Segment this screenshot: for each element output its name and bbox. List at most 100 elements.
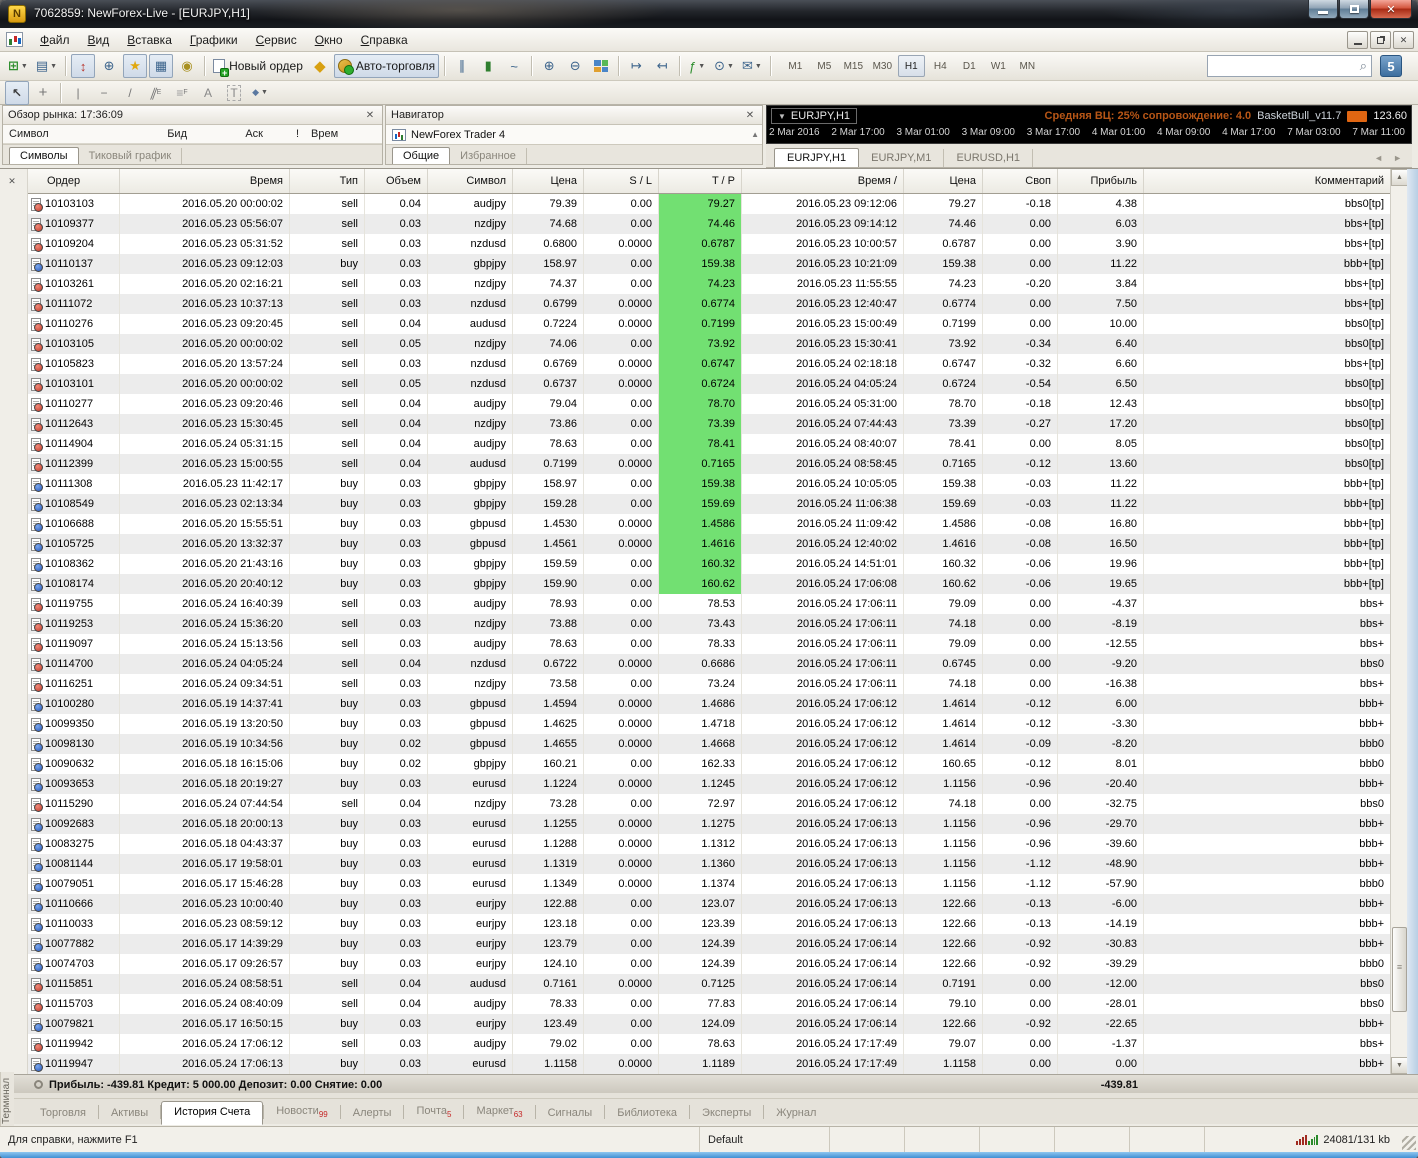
column-header[interactable]: Цена	[513, 169, 584, 193]
column-header[interactable]: Ордер	[28, 169, 120, 193]
periods-button[interactable]: ⊙▼	[711, 54, 737, 78]
candlestick-chart-button[interactable]: ▮	[476, 54, 500, 78]
tab-общие[interactable]: Общие	[392, 147, 450, 164]
channel-tool[interactable]: ∥E	[144, 81, 168, 105]
minimize-button[interactable]	[1308, 0, 1338, 19]
table-row[interactable]: 101032612016.05.20 02:16:21sell0.03nzdjp…	[28, 274, 1390, 294]
menu-item[interactable]: Окно	[306, 30, 352, 50]
tab-тиковый-график[interactable]: Тиковый график	[79, 148, 183, 164]
close-button[interactable]: ✕	[1370, 0, 1412, 19]
vertical-line-tool[interactable]: |	[66, 81, 90, 105]
timeframe-button[interactable]: H1	[898, 55, 925, 77]
table-row[interactable]: 101031032016.05.20 00:00:02sell0.04audjp…	[28, 194, 1390, 214]
chart-symbol-box[interactable]: ▼ EURJPY,H1	[771, 108, 857, 124]
market-watch-toggle[interactable]: ↕	[71, 54, 95, 78]
terminal-tab-5[interactable]: Алерты	[341, 1103, 404, 1124]
scroll-up-icon[interactable]: ▲	[751, 130, 759, 139]
menu-item[interactable]: Вставка	[118, 30, 181, 50]
text-label-tool[interactable]: T	[222, 81, 246, 105]
navigator-account-item[interactable]: NewForex Trader 4 ▲	[386, 125, 762, 144]
table-row[interactable]: 101083622016.05.20 21:43:16buy0.03gbpjpy…	[28, 554, 1390, 574]
indicators-button[interactable]: ƒ▼	[685, 54, 709, 78]
table-row[interactable]: 101199422016.05.24 17:06:12sell0.03audjp…	[28, 1034, 1390, 1054]
new-order-button[interactable]: + Новый ордер	[210, 54, 306, 78]
menu-item[interactable]: Файл	[31, 30, 79, 50]
table-row[interactable]: 101058232016.05.20 13:57:24sell0.03nzdus…	[28, 354, 1390, 374]
terminal-tab-10[interactable]: Эксперты	[690, 1103, 763, 1124]
column-header[interactable]: Время	[120, 169, 290, 193]
table-row[interactable]: 101057252016.05.20 13:32:37buy0.03gbpusd…	[28, 534, 1390, 554]
table-row[interactable]: 100747032016.05.17 09:26:57buy0.03eurjpy…	[28, 954, 1390, 974]
column-header[interactable]: Комментарий	[1144, 169, 1390, 193]
column-header[interactable]: Прибыль	[1058, 169, 1144, 193]
bar-chart-button[interactable]: ∥	[450, 54, 474, 78]
timeframe-button[interactable]: M30	[869, 55, 896, 77]
zoom-out-button[interactable]: ⊖	[563, 54, 587, 78]
zoom-in-button[interactable]: ⊕	[537, 54, 561, 78]
metaeditor-button[interactable]: ◆	[308, 54, 332, 78]
table-row[interactable]: 101002802016.05.19 14:37:41buy0.03gbpusd…	[28, 694, 1390, 714]
table-row[interactable]: 101199472016.05.24 17:06:13buy0.03eurusd…	[28, 1054, 1390, 1074]
chart-system-icon[interactable]	[6, 32, 23, 47]
table-row[interactable]: 101113082016.05.23 11:42:17buy0.03gbpjpy…	[28, 474, 1390, 494]
market-watch-close-icon[interactable]: ✕	[363, 110, 377, 121]
table-row[interactable]: 100993502016.05.19 13:20:50buy0.03gbpusd…	[28, 714, 1390, 734]
menu-item[interactable]: Сервис	[247, 30, 306, 50]
timeframe-button[interactable]: M15	[840, 55, 867, 77]
terminal-tab-9[interactable]: Библиотека	[605, 1103, 689, 1124]
terminal-tab-6[interactable]: Почта5	[404, 1101, 463, 1124]
table-row[interactable]: 100778822016.05.17 14:39:29buy0.03eurjpy…	[28, 934, 1390, 954]
chart-tab[interactable]: EURJPY,H1	[774, 148, 859, 167]
table-row[interactable]: 100790512016.05.17 15:46:28buy0.03eurusd…	[28, 874, 1390, 894]
table-row[interactable]: 101081742016.05.20 20:40:12buy0.03gbpjpy…	[28, 574, 1390, 594]
child-close-button[interactable]: ✕	[1393, 31, 1414, 49]
table-row[interactable]: 100906322016.05.18 16:15:06buy0.02gbpjpy…	[28, 754, 1390, 774]
chart-shift-button[interactable]: ↤	[650, 54, 674, 78]
table-row[interactable]: 101110722016.05.23 10:37:13sell0.03nzdus…	[28, 294, 1390, 314]
table-row[interactable]: 101031012016.05.20 00:00:02sell0.05nzdus…	[28, 374, 1390, 394]
table-row[interactable]: 100811442016.05.17 19:58:01buy0.03eurusd…	[28, 854, 1390, 874]
market-watch-column-header[interactable]: Бид	[151, 128, 193, 140]
table-row[interactable]: 101093772016.05.23 05:56:07sell0.03nzdjp…	[28, 214, 1390, 234]
autotrading-button[interactable]: Авто-торговля	[334, 54, 439, 78]
resize-grip[interactable]	[1402, 1136, 1416, 1150]
terminal-tab-1[interactable]: Торговля	[28, 1103, 98, 1124]
arrows-tool[interactable]: ◆▼	[248, 81, 272, 105]
chart-tab[interactable]: EURJPY,M1	[859, 149, 944, 167]
line-chart-button[interactable]: ~	[502, 54, 526, 78]
table-row[interactable]: 100832752016.05.18 04:43:37buy0.03eurusd…	[28, 834, 1390, 854]
strategy-tester-button[interactable]: ◉	[175, 54, 199, 78]
fibonacci-tool[interactable]: ≡F	[170, 81, 194, 105]
scrollbar-up-arrow[interactable]: ▲	[1391, 169, 1408, 186]
maximize-button[interactable]	[1339, 0, 1369, 19]
column-header[interactable]: Цена	[904, 169, 983, 193]
table-row[interactable]: 101126432016.05.23 15:30:45sell0.04nzdjp…	[28, 414, 1390, 434]
table-row[interactable]: 100926832016.05.18 20:00:13buy0.03eurusd…	[28, 814, 1390, 834]
table-row[interactable]: 101197552016.05.24 16:40:39sell0.03audjp…	[28, 594, 1390, 614]
table-row[interactable]: 101101372016.05.23 09:12:03buy0.03gbpjpy…	[28, 254, 1390, 274]
terminal-tab-8[interactable]: Сигналы	[536, 1103, 605, 1124]
navigator-toggle[interactable]: ★	[123, 54, 147, 78]
new-chart-button[interactable]: ⊞▼	[5, 54, 31, 78]
menu-item[interactable]: Вид	[79, 30, 119, 50]
timeframe-button[interactable]: M1	[782, 55, 809, 77]
table-row[interactable]: 101152902016.05.24 07:44:54sell0.04nzdjp…	[28, 794, 1390, 814]
templates-button[interactable]: ✉▼	[739, 54, 765, 78]
terminal-toggle[interactable]: ▦	[149, 54, 173, 78]
menu-item[interactable]: Справка	[352, 30, 417, 50]
search-input[interactable]	[1208, 60, 1360, 72]
column-header[interactable]: Время /	[742, 169, 904, 193]
data-window-button[interactable]: ⊕	[97, 54, 121, 78]
terminal-tab-4[interactable]: Новости99	[264, 1101, 340, 1124]
chart-window[interactable]: ▼ EURJPY,H1 Средняя ВЦ: 25% сопровождени…	[766, 105, 1412, 144]
tab-избранное[interactable]: Избранное	[450, 148, 527, 164]
search-icon[interactable]: ⌕	[1360, 58, 1371, 74]
column-header[interactable]: Своп	[983, 169, 1058, 193]
table-row[interactable]: 100798212016.05.17 16:50:15buy0.03eurjpy…	[28, 1014, 1390, 1034]
timeframe-button[interactable]: W1	[985, 55, 1012, 77]
table-row[interactable]: 101100332016.05.23 08:59:12buy0.03eurjpy…	[28, 914, 1390, 934]
scroll-left-icon[interactable]: ◄	[1374, 153, 1383, 163]
column-header[interactable]: T / P	[659, 169, 742, 193]
table-row[interactable]: 101066882016.05.20 15:55:51buy0.03gbpusd…	[28, 514, 1390, 534]
table-row[interactable]: 101102762016.05.23 09:20:45sell0.04audus…	[28, 314, 1390, 334]
